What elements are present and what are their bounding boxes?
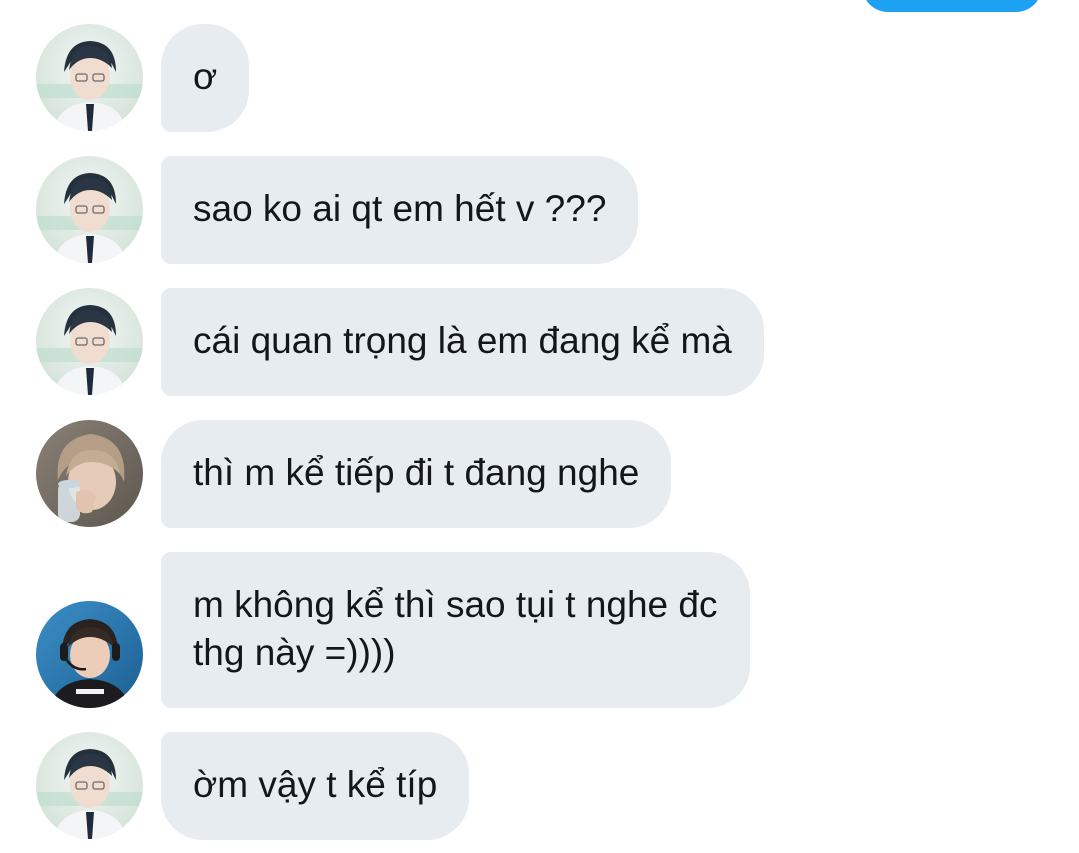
message-bubble[interactable]: sao ko ai qt em hết v ??? bbox=[161, 156, 639, 264]
message-row: ờm vậy t kể típ bbox=[0, 732, 1079, 840]
avatar-icon[interactable] bbox=[36, 24, 143, 131]
message-bubble[interactable]: ờm vậy t kể típ bbox=[161, 732, 470, 840]
message-row: sao ko ai qt em hết v ??? bbox=[0, 156, 1079, 264]
message-bubble[interactable]: thì m kể tiếp đi t đang nghe bbox=[161, 420, 672, 528]
avatar-icon[interactable] bbox=[36, 288, 143, 395]
avatar-icon[interactable] bbox=[36, 156, 143, 263]
message-bubble[interactable]: ơ bbox=[161, 24, 250, 132]
sent-message-bubble[interactable] bbox=[862, 0, 1042, 12]
message-row: thì m kể tiếp đi t đang nghe bbox=[0, 420, 1079, 528]
message-row: m không kể thì sao tụi t nghe đc thg này… bbox=[0, 552, 1079, 708]
message-bubble[interactable]: m không kể thì sao tụi t nghe đc thg này… bbox=[161, 552, 750, 708]
avatar-icon[interactable] bbox=[36, 601, 143, 708]
message-bubble[interactable]: cái quan trọng là em đang kể mà bbox=[161, 288, 764, 396]
avatar-icon[interactable] bbox=[36, 420, 143, 527]
message-row: ơ bbox=[0, 24, 1079, 132]
chat-screen: ơ sao ko ai qt em hết v ??? cái quan trọ… bbox=[0, 0, 1079, 853]
avatar-icon[interactable] bbox=[36, 732, 143, 839]
message-row: cái quan trọng là em đang kể mà bbox=[0, 288, 1079, 396]
